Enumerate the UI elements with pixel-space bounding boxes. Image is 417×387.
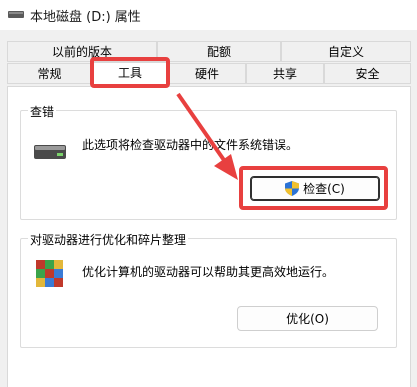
error-check-group	[20, 110, 397, 220]
optimize-description: 优化计算机的驱动器可以帮助其更高效地运行。	[82, 265, 335, 279]
tab-tools[interactable]: 工具	[92, 62, 168, 86]
tab-sharing[interactable]: 共享	[246, 63, 324, 84]
hard-drive-icon	[34, 145, 66, 159]
optimize-button-label: 优化(O)	[286, 312, 329, 326]
tab-previous-versions[interactable]: 以前的版本	[7, 41, 157, 62]
tab-hardware[interactable]: 硬件	[168, 63, 246, 84]
tab-general[interactable]: 常规	[7, 63, 92, 84]
check-button-label: 检查(C)	[303, 182, 345, 196]
check-button[interactable]: 检查(C)	[250, 176, 380, 201]
optimize-group	[20, 238, 397, 348]
tab-security[interactable]: 安全	[324, 63, 411, 84]
optimize-title: 对驱动器进行优化和碎片整理	[28, 231, 189, 248]
tab-customize[interactable]: 自定义	[281, 41, 411, 62]
window-title: 本地磁盘 (D:) 属性	[30, 10, 141, 25]
uac-shield-icon	[285, 181, 300, 196]
tab-quota[interactable]: 配额	[157, 41, 281, 62]
drive-icon	[8, 11, 24, 18]
title-bar: 本地磁盘 (D:) 属性	[0, 0, 417, 30]
defrag-icon	[36, 260, 63, 287]
error-check-description: 此选项将检查驱动器中的文件系统错误。	[82, 138, 299, 152]
error-check-title: 查错	[28, 103, 57, 120]
optimize-button[interactable]: 优化(O)	[237, 306, 378, 331]
